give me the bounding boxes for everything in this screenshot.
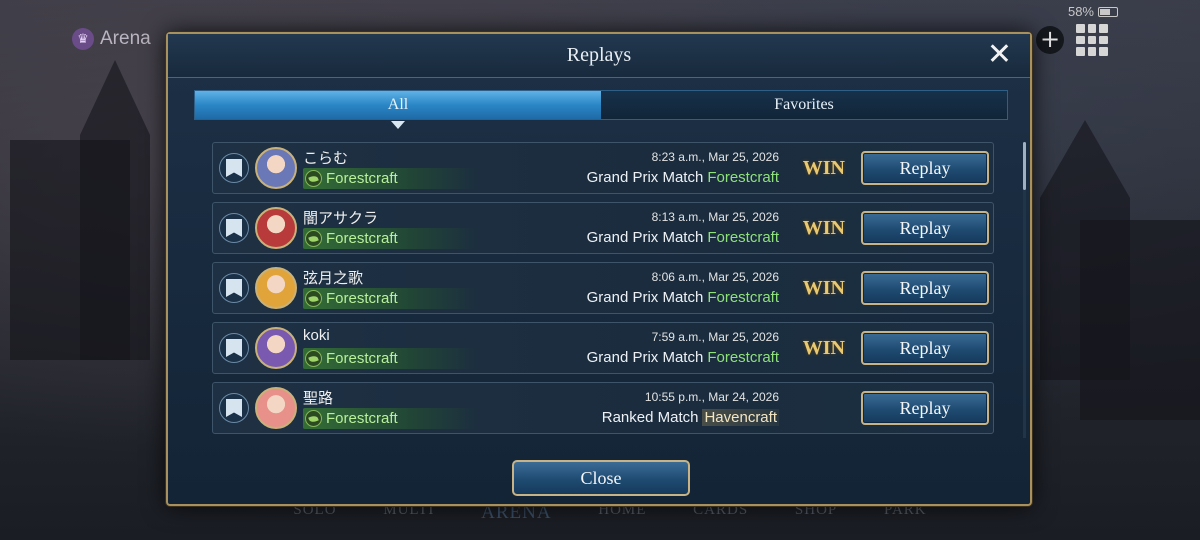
forestcraft-leaf-icon xyxy=(305,170,322,187)
player-class-name: Forestcraft xyxy=(326,350,398,367)
player-class-name: Forestcraft xyxy=(326,230,398,247)
replay-tabs: All Favorites xyxy=(194,90,1008,129)
caret-down-icon xyxy=(391,121,405,129)
replay-button[interactable]: Replay xyxy=(861,271,989,305)
player-class-badge: Forestcraft xyxy=(303,408,479,429)
favorite-bookmark-icon[interactable] xyxy=(219,333,249,363)
replay-button[interactable]: Replay xyxy=(861,151,989,185)
player-class-badge: Forestcraft xyxy=(303,168,479,189)
favorite-bookmark-icon[interactable] xyxy=(219,153,249,183)
favorite-bookmark-icon[interactable] xyxy=(219,393,249,423)
player-class-badge: Forestcraft xyxy=(303,288,479,309)
player-class-name: Forestcraft xyxy=(326,170,398,187)
match-type: Grand Prix Match xyxy=(586,289,704,306)
trophy-icon: ♛ xyxy=(72,28,94,50)
replay-button[interactable]: Replay xyxy=(861,391,989,425)
close-icon[interactable]: ✕ xyxy=(987,40,1012,70)
match-timestamp: 10:55 p.m., Mar 24, 2026 xyxy=(644,390,779,404)
player-name: 弦月之歌 xyxy=(303,270,364,287)
arena-title: Arena xyxy=(100,28,151,49)
tab-label: All xyxy=(387,96,409,113)
player-name: koki xyxy=(303,327,330,344)
replay-row: 聖路 Forestcraft 10:55 p.m., Mar 24, 2026 … xyxy=(212,382,994,434)
favorite-bookmark-icon[interactable] xyxy=(219,213,249,243)
battery-status: 58% xyxy=(1068,4,1118,19)
player-avatar xyxy=(255,147,297,189)
battery-icon xyxy=(1098,6,1118,17)
match-info: Grand Prix Match Forestcraft xyxy=(587,289,779,306)
match-info: Grand Prix Match Forestcraft xyxy=(587,169,779,186)
player-avatar xyxy=(255,267,297,309)
replay-list[interactable]: こらむ Forestcraft 8:23 a.m., Mar 25, 2026 … xyxy=(212,142,996,438)
player-class-badge: Forestcraft xyxy=(303,348,479,369)
player-avatar xyxy=(255,387,297,429)
match-timestamp: 8:23 a.m., Mar 25, 2026 xyxy=(651,150,779,164)
match-info: Grand Prix Match Forestcraft xyxy=(587,229,779,246)
modal-header: Replays ✕ xyxy=(168,34,1030,78)
replay-button[interactable]: Replay xyxy=(861,331,989,365)
forestcraft-leaf-icon xyxy=(305,290,322,307)
match-timestamp: 8:13 a.m., Mar 25, 2026 xyxy=(651,210,779,224)
plus-icon[interactable]: + xyxy=(1036,26,1064,54)
scrollbar-thumb[interactable] xyxy=(1023,142,1026,190)
tab-all[interactable]: All xyxy=(195,91,601,129)
replay-row: 闇アサクラ Forestcraft 8:13 a.m., Mar 25, 202… xyxy=(212,202,994,254)
replays-modal: Replays ✕ All Favorites こらむ Forestcraft … xyxy=(166,32,1032,506)
modal-title: Replays xyxy=(566,44,632,66)
opponent-class: Forestcraft xyxy=(707,229,779,246)
match-result: WIN xyxy=(802,157,845,179)
match-timestamp: 8:06 a.m., Mar 25, 2026 xyxy=(651,270,779,284)
tab-label: Favorites xyxy=(774,96,834,113)
replay-button[interactable]: Replay xyxy=(861,211,989,245)
close-button[interactable]: Close xyxy=(512,460,690,496)
replay-row: こらむ Forestcraft 8:23 a.m., Mar 25, 2026 … xyxy=(212,142,994,194)
player-name: こらむ xyxy=(303,150,349,167)
match-result: WIN xyxy=(802,277,845,299)
match-result: WIN xyxy=(802,337,845,359)
match-timestamp: 7:59 a.m., Mar 25, 2026 xyxy=(651,330,779,344)
match-info: Grand Prix Match Forestcraft xyxy=(587,349,779,366)
tab-favorites[interactable]: Favorites xyxy=(601,91,1007,119)
player-class-name: Forestcraft xyxy=(326,290,398,307)
castle-building xyxy=(10,140,130,360)
arena-header: ♛ Arena xyxy=(72,28,151,50)
match-type: Grand Prix Match xyxy=(586,229,704,246)
match-type: Grand Prix Match xyxy=(586,169,704,186)
forestcraft-leaf-icon xyxy=(305,350,322,367)
menu-grid-icon[interactable] xyxy=(1076,24,1108,56)
opponent-class: Forestcraft xyxy=(707,289,779,306)
forestcraft-leaf-icon xyxy=(305,230,322,247)
list-scrollbar[interactable] xyxy=(1023,142,1026,438)
opponent-class: Forestcraft xyxy=(707,169,779,186)
match-info: Ranked Match Havencraft xyxy=(602,409,779,426)
player-class-name: Forestcraft xyxy=(326,410,398,427)
opponent-class: Havencraft xyxy=(702,409,779,426)
player-avatar xyxy=(255,327,297,369)
battery-percent: 58% xyxy=(1067,4,1094,19)
opponent-class: Forestcraft xyxy=(707,349,779,366)
match-result: WIN xyxy=(802,217,845,239)
forestcraft-leaf-icon xyxy=(305,410,322,427)
match-type: Ranked Match xyxy=(601,409,699,426)
match-type: Grand Prix Match xyxy=(586,349,704,366)
replay-row: koki Forestcraft 7:59 a.m., Mar 25, 2026… xyxy=(212,322,994,374)
player-name: 聖路 xyxy=(303,390,334,407)
castle-building xyxy=(1080,220,1200,420)
player-name: 闇アサクラ xyxy=(303,210,379,227)
replay-row: 弦月之歌 Forestcraft 8:06 a.m., Mar 25, 2026… xyxy=(212,262,994,314)
player-class-badge: Forestcraft xyxy=(303,228,479,249)
player-avatar xyxy=(255,207,297,249)
favorite-bookmark-icon[interactable] xyxy=(219,273,249,303)
